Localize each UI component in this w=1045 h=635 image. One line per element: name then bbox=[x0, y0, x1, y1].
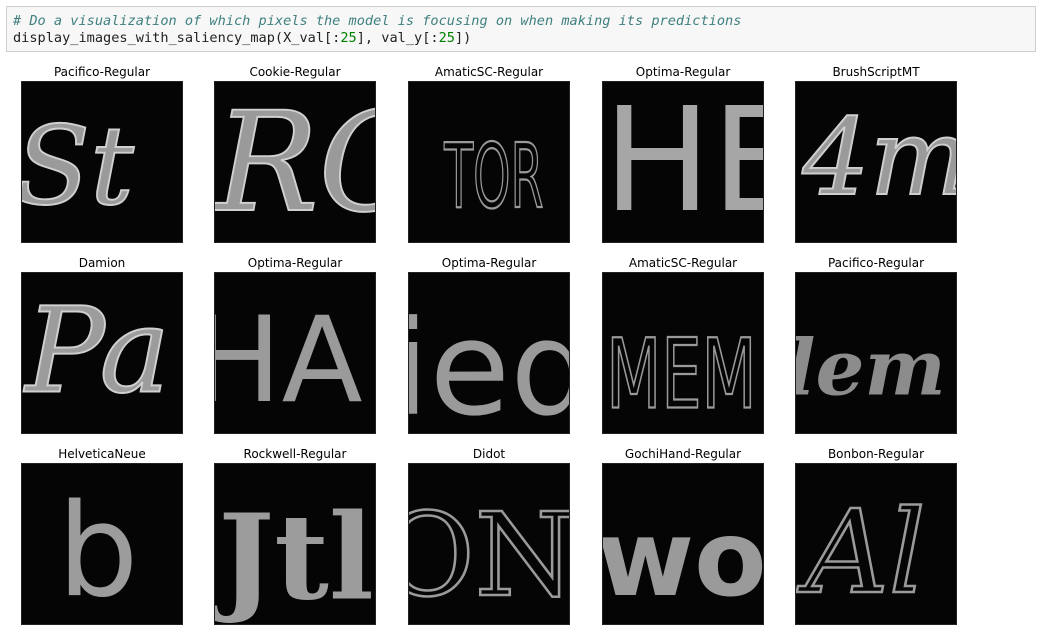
saliency-map-image: ied bbox=[408, 272, 570, 434]
saliency-map-image: TOR bbox=[408, 81, 570, 243]
saliency-map-image: lem bbox=[795, 272, 957, 434]
saliency-map-image: ONI bbox=[408, 463, 570, 625]
saliency-map-icon: ONI bbox=[409, 488, 569, 624]
svg-text:HA: HA bbox=[215, 291, 363, 429]
svg-text:MEM: MEM bbox=[606, 318, 756, 430]
saliency-map-image: RC bbox=[214, 81, 376, 243]
panel-title: Bonbon-Regular bbox=[827, 447, 925, 461]
svg-text:RC: RC bbox=[215, 83, 375, 242]
saliency-map-icon: lem bbox=[796, 324, 946, 414]
code-number: 25 bbox=[340, 30, 357, 46]
saliency-map-icon: Jtl bbox=[215, 487, 374, 624]
code-function-call: display_images_with_saliency_map(X_val[: bbox=[13, 30, 341, 46]
saliency-map-image: HE bbox=[602, 81, 764, 243]
saliency-map-icon: HA bbox=[215, 291, 363, 429]
svg-text:4m: 4m bbox=[801, 96, 956, 219]
saliency-map-image: MEM bbox=[602, 272, 764, 434]
code-close: ]) bbox=[454, 30, 472, 46]
code-number: 25 bbox=[438, 30, 455, 46]
saliency-map-icon: TOR bbox=[443, 124, 545, 230]
saliency-map-icon: Pa bbox=[22, 280, 171, 420]
saliency-map-icon: HE bbox=[603, 82, 763, 242]
saliency-map-image: Jtl bbox=[214, 463, 376, 625]
svg-text:ied: ied bbox=[409, 292, 569, 433]
saliency-map-icon: St bbox=[22, 102, 135, 231]
saliency-map-icon: MEM bbox=[605, 317, 758, 431]
svg-text:wo: wo bbox=[603, 497, 763, 620]
saliency-map-icon: RC bbox=[215, 82, 375, 242]
saliency-map-image: wo bbox=[602, 463, 764, 625]
saliency-map-icon: b bbox=[57, 477, 138, 624]
saliency-map-image: St bbox=[21, 81, 183, 243]
svg-text:TOR: TOR bbox=[444, 125, 544, 229]
svg-text:St: St bbox=[22, 103, 134, 230]
saliency-map-image: HA bbox=[214, 272, 376, 434]
saliency-grid: Pacifico-Regular St Cookie-Regular RC Am… bbox=[21, 64, 961, 628]
svg-text:Pa: Pa bbox=[23, 281, 170, 419]
code-args: ], val_y[: bbox=[356, 30, 439, 46]
saliency-map-image: Pa bbox=[21, 272, 183, 434]
saliency-map-icon: wo bbox=[603, 497, 763, 620]
saliency-map-image: 4m bbox=[795, 81, 957, 243]
saliency-map-icon: 4m bbox=[800, 95, 956, 220]
panel-title: Pacifico-Regular bbox=[827, 256, 925, 270]
code-comment: # Do a visualization of which pixels the… bbox=[13, 13, 742, 29]
panel-title: BrushScriptMT bbox=[832, 65, 920, 79]
saliency-map-icon: Al bbox=[796, 485, 927, 622]
svg-text:HE: HE bbox=[603, 82, 763, 242]
saliency-map-image: b bbox=[21, 463, 183, 625]
code-cell[interactable]: # Do a visualization of which pixels the… bbox=[6, 6, 1036, 52]
svg-text:Jtl: Jtl bbox=[215, 487, 374, 624]
saliency-map-image: Al bbox=[795, 463, 957, 625]
svg-text:Al: Al bbox=[797, 486, 926, 620]
svg-text:ONI: ONI bbox=[409, 489, 569, 623]
svg-text:b: b bbox=[57, 477, 138, 624]
svg-text:lem: lem bbox=[796, 324, 946, 414]
saliency-map-icon: ied bbox=[409, 292, 569, 433]
